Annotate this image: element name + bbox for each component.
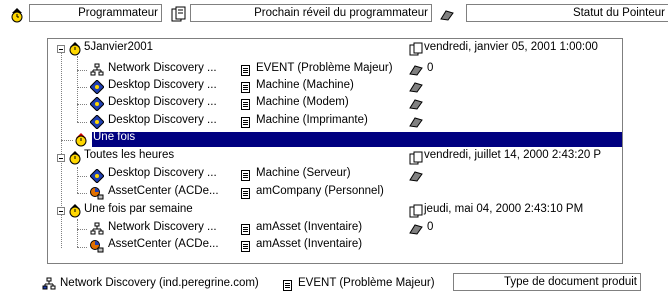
tree-item-event: Machine (Serveur) (256, 167, 351, 179)
tree-item-app[interactable]: Network Discovery ... (108, 221, 217, 233)
clock-icon (68, 151, 82, 165)
event-doc-icon (241, 241, 250, 252)
tree-item-label[interactable]: 5Janvier2001 (84, 41, 153, 53)
tree-item-app[interactable]: Desktop Discovery ... (108, 114, 217, 126)
tree-item-app[interactable]: Desktop Discovery ... (108, 79, 217, 91)
header-statut-pointeur[interactable]: Statut du Pointeur (466, 4, 668, 22)
event-doc-icon (241, 117, 250, 128)
tree-item-event: amCompany (Personnel) (256, 185, 384, 197)
event-doc-icon (241, 82, 250, 93)
document-icon (409, 42, 423, 56)
event-doc-icon (241, 224, 250, 235)
event-doc-icon (241, 99, 250, 110)
tree-item-app[interactable]: Desktop Discovery ... (108, 167, 217, 179)
header-prochain-reveil[interactable]: Prochain réveil du programmateur (190, 4, 432, 22)
scheduler-tree[interactable]: 5Janvier2001 vendredi, janvier 05, 2001 … (47, 38, 623, 264)
tree-item-date: vendredi, juillet 14, 2000 2:43:20 P (424, 149, 602, 161)
footer-event: EVENT (Problème Majeur) (298, 277, 435, 289)
footer-event-doc-icon (283, 280, 292, 291)
event-doc-icon (241, 188, 250, 199)
tree-item-date: vendredi, janvier 05, 2001 1:00:00 (424, 41, 598, 53)
pointer-status-header-icon (440, 9, 454, 21)
tree-item-event: Machine (Imprimante) (256, 114, 368, 126)
desktop-discovery-icon (89, 114, 105, 130)
tree-item-label-selected[interactable]: Une fois (93, 131, 135, 143)
tree-item-app[interactable]: Network Discovery ... (108, 62, 217, 74)
programmer-header-icon (9, 7, 25, 23)
clock-icon (68, 42, 82, 56)
pointer-status-icon (409, 64, 423, 78)
selection-highlight (92, 132, 622, 147)
collapse-5janvier[interactable] (57, 45, 65, 53)
tree-item-label[interactable]: Toutes les heures (84, 149, 174, 161)
network-footer-icon (42, 277, 56, 291)
tree-item-event: Machine (Machine) (256, 79, 354, 91)
wakeup-header-icon (171, 6, 187, 22)
desktop-discovery-icon (89, 79, 105, 95)
tree-item-status: 0 (427, 62, 434, 74)
tree-item-event: amAsset (Inventaire) (256, 238, 363, 250)
collapse-une-fois-semaine[interactable] (57, 207, 65, 215)
pointer-status-icon (409, 170, 423, 184)
desktop-discovery-icon (89, 96, 105, 112)
pointer-status-icon (409, 98, 423, 112)
header-programmateur[interactable]: Programmateur (29, 4, 162, 22)
pointer-status-icon (409, 223, 423, 237)
collapse-toutes-les-heures[interactable] (57, 154, 65, 162)
network-icon (90, 63, 104, 77)
header-type-document[interactable]: Type de document produit (453, 273, 641, 291)
tree-item-event: EVENT (Problème Majeur) (256, 62, 393, 74)
tree-item-label[interactable]: Une fois par semaine (84, 203, 193, 215)
assetcenter-icon (90, 239, 104, 253)
tree-item-app[interactable]: AssetCenter (ACDe... (108, 238, 219, 250)
event-doc-icon (241, 170, 250, 181)
tree-item-event: amAsset (Inventaire) (256, 221, 363, 233)
footer-app: Network Discovery (ind.peregrine.com) (60, 277, 259, 289)
tree-item-status: 0 (427, 221, 434, 233)
event-doc-icon (241, 65, 250, 76)
tree-item-date: jeudi, mai 04, 2000 2:43:10 PM (424, 203, 584, 215)
tree-item-app[interactable]: Desktop Discovery ... (108, 96, 217, 108)
alarm-clock-icon (74, 133, 88, 147)
clock-icon (68, 204, 82, 218)
desktop-discovery-icon (89, 168, 105, 184)
tree-item-app[interactable]: AssetCenter (ACDe... (108, 185, 219, 197)
document-icon (409, 151, 423, 165)
pointer-status-icon (409, 116, 423, 130)
tree-item-event: Machine (Modem) (256, 96, 349, 108)
pointer-status-icon (409, 81, 423, 95)
network-icon (90, 222, 104, 236)
assetcenter-icon (90, 186, 104, 200)
document-icon (409, 204, 423, 218)
